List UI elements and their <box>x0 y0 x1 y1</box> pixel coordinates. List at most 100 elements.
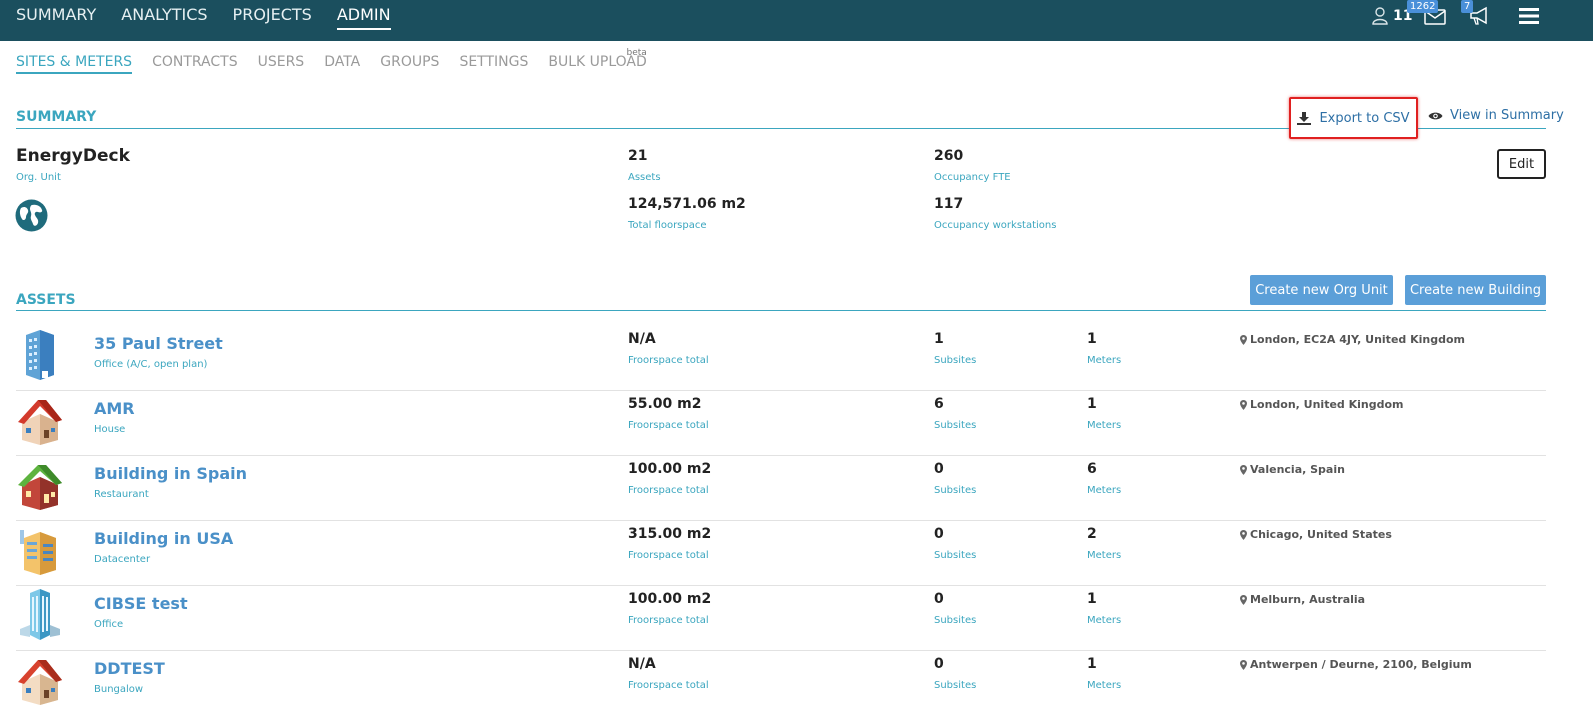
view-in-summary-label: View in Summary <box>1450 108 1564 123</box>
summary-heading: SUMMARY <box>16 109 97 125</box>
assets-heading: ASSETS <box>16 292 76 308</box>
view-in-summary-link[interactable]: View in Summary <box>1428 108 1564 123</box>
asset-location: Chicago, United States <box>1240 528 1392 541</box>
nav-admin[interactable]: ADMIN <box>336 0 391 41</box>
meters-value: 2 <box>1087 526 1097 542</box>
meters-value: 1 <box>1087 331 1097 347</box>
asset-location: Valencia, Spain <box>1240 463 1345 476</box>
floorspace-value: N/A <box>628 656 656 672</box>
datacenter-icon <box>20 530 56 575</box>
meters-value: 1 <box>1087 656 1097 672</box>
create-building-button[interactable]: Create new Building <box>1405 275 1546 305</box>
beta-badge: beta <box>626 48 647 58</box>
user-icon[interactable] <box>1372 7 1388 25</box>
main-nav: SUMMARY ANALYTICS PROJECTS ADMIN <box>16 0 416 41</box>
subsites-value: 0 <box>934 461 944 477</box>
asset-location: Antwerpen / Deurne, 2100, Belgium <box>1240 658 1472 671</box>
asset-location-text: Chicago, United States <box>1250 528 1392 541</box>
floorspace-value: 315.00 m2 <box>628 526 712 542</box>
asset-name-link[interactable]: Building in Spain <box>94 464 247 483</box>
asset-type: Restaurant <box>94 489 149 500</box>
asset-type: Office <box>94 619 124 630</box>
asset-type: Office (A/C, open plan) <box>94 359 208 370</box>
tab-data[interactable]: DATA <box>324 52 360 72</box>
asset-row: Building in USA Datacenter 315.00 m2 Fro… <box>16 521 1546 586</box>
subsites-label: Subsites <box>934 355 977 366</box>
map-pin-icon <box>1240 334 1247 345</box>
occupancy-workstations-label: Occupancy workstations <box>934 220 1057 231</box>
export-csv-button[interactable]: Export to CSV <box>1289 97 1418 139</box>
org-name: EnergyDeck <box>16 146 130 166</box>
occupancy-fte-label: Occupancy FTE <box>934 172 1011 183</box>
office-tower-icon <box>26 330 54 380</box>
subsites-value: 0 <box>934 656 944 672</box>
asset-type: Datacenter <box>94 554 151 565</box>
notification-badge: 7 <box>1461 0 1474 13</box>
occupancy-fte-value: 260 <box>934 148 964 164</box>
meters-value: 6 <box>1087 461 1097 477</box>
meters-label: Meters <box>1087 420 1122 431</box>
asset-name-link[interactable]: DDTEST <box>94 659 165 678</box>
meters-value: 1 <box>1087 591 1097 607</box>
meters-label: Meters <box>1087 485 1122 496</box>
asset-type: House <box>94 424 126 435</box>
floorspace-label: Froorspace total <box>628 485 709 496</box>
assets-label: Assets <box>628 172 661 183</box>
subsites-label: Subsites <box>934 680 977 691</box>
map-pin-icon <box>1240 399 1247 410</box>
subsites-value: 1 <box>934 331 944 347</box>
map-pin-icon <box>1240 659 1247 670</box>
globe-icon <box>15 199 48 232</box>
asset-type: Bungalow <box>94 684 144 695</box>
asset-name-link[interactable]: AMR <box>94 399 135 418</box>
tab-groups[interactable]: GROUPS <box>380 52 439 72</box>
nav-analytics[interactable]: ANALYTICS <box>121 0 207 41</box>
tab-contracts[interactable]: CONTRACTS <box>152 52 238 72</box>
subsites-label: Subsites <box>934 420 977 431</box>
edit-button[interactable]: Edit <box>1497 149 1546 179</box>
asset-name-link[interactable]: 35 Paul Street <box>94 334 223 353</box>
house-icon <box>18 400 62 445</box>
map-pin-icon <box>1240 594 1247 605</box>
floorspace-label: Froorspace total <box>628 355 709 366</box>
asset-row: AMR House 55.00 m2 Froorspace total 6 Su… <box>16 391 1546 456</box>
subsites-label: Subsites <box>934 615 977 626</box>
tab-sites-meters[interactable]: SITES & METERS <box>16 52 133 74</box>
floorspace-label: Froorspace total <box>628 550 709 561</box>
subsites-value: 6 <box>934 396 944 412</box>
bungalow-icon <box>18 660 62 705</box>
floorspace-value: 100.00 m2 <box>628 591 712 607</box>
map-pin-icon <box>1240 464 1247 475</box>
occupancy-workstations-value: 117 <box>934 196 964 212</box>
tab-users[interactable]: USERS <box>258 52 305 72</box>
asset-row: Building in Spain Restaurant 100.00 m2 F… <box>16 456 1546 521</box>
asset-name-link[interactable]: CIBSE test <box>94 594 188 613</box>
map-pin-icon <box>1240 529 1247 540</box>
tab-bulk-upload[interactable]: BULK UPLOAD beta <box>548 48 646 72</box>
admin-subnav: SITES & METERS CONTRACTS USERS DATA GROU… <box>16 48 667 74</box>
asset-row: CIBSE test Office 100.00 m2 Froorspace t… <box>16 586 1546 651</box>
asset-row: DDTEST Bungalow N/A Froorspace total 0 S… <box>16 651 1546 716</box>
floorspace-value: N/A <box>628 331 656 347</box>
floorspace-label: Froorspace total <box>628 680 709 691</box>
asset-location: Melburn, Australia <box>1240 593 1365 606</box>
top-bar: SUMMARY ANALYTICS PROJECTS ADMIN 11 1262… <box>0 0 1593 41</box>
meters-label: Meters <box>1087 615 1122 626</box>
floorspace-label: Froorspace total <box>628 420 709 431</box>
floorspace-value: 55.00 m2 <box>628 396 702 412</box>
org-type: Org. Unit <box>16 172 61 183</box>
hamburger-menu-icon[interactable] <box>1519 8 1539 24</box>
asset-name-link[interactable]: Building in USA <box>94 529 233 548</box>
meters-label: Meters <box>1087 355 1122 366</box>
create-org-unit-button[interactable]: Create new Org Unit <box>1250 275 1393 305</box>
tab-settings[interactable]: SETTINGS <box>459 52 528 72</box>
eye-icon <box>1428 112 1443 119</box>
nav-summary[interactable]: SUMMARY <box>16 0 96 41</box>
nav-projects[interactable]: PROJECTS <box>233 0 312 41</box>
floorspace-label: Froorspace total <box>628 615 709 626</box>
subsites-label: Subsites <box>934 550 977 561</box>
asset-location-text: Antwerpen / Deurne, 2100, Belgium <box>1250 658 1472 671</box>
mail-badge: 1262 <box>1407 0 1439 13</box>
export-csv-label: Export to CSV <box>1319 110 1410 126</box>
asset-location-text: Melburn, Australia <box>1250 593 1366 606</box>
